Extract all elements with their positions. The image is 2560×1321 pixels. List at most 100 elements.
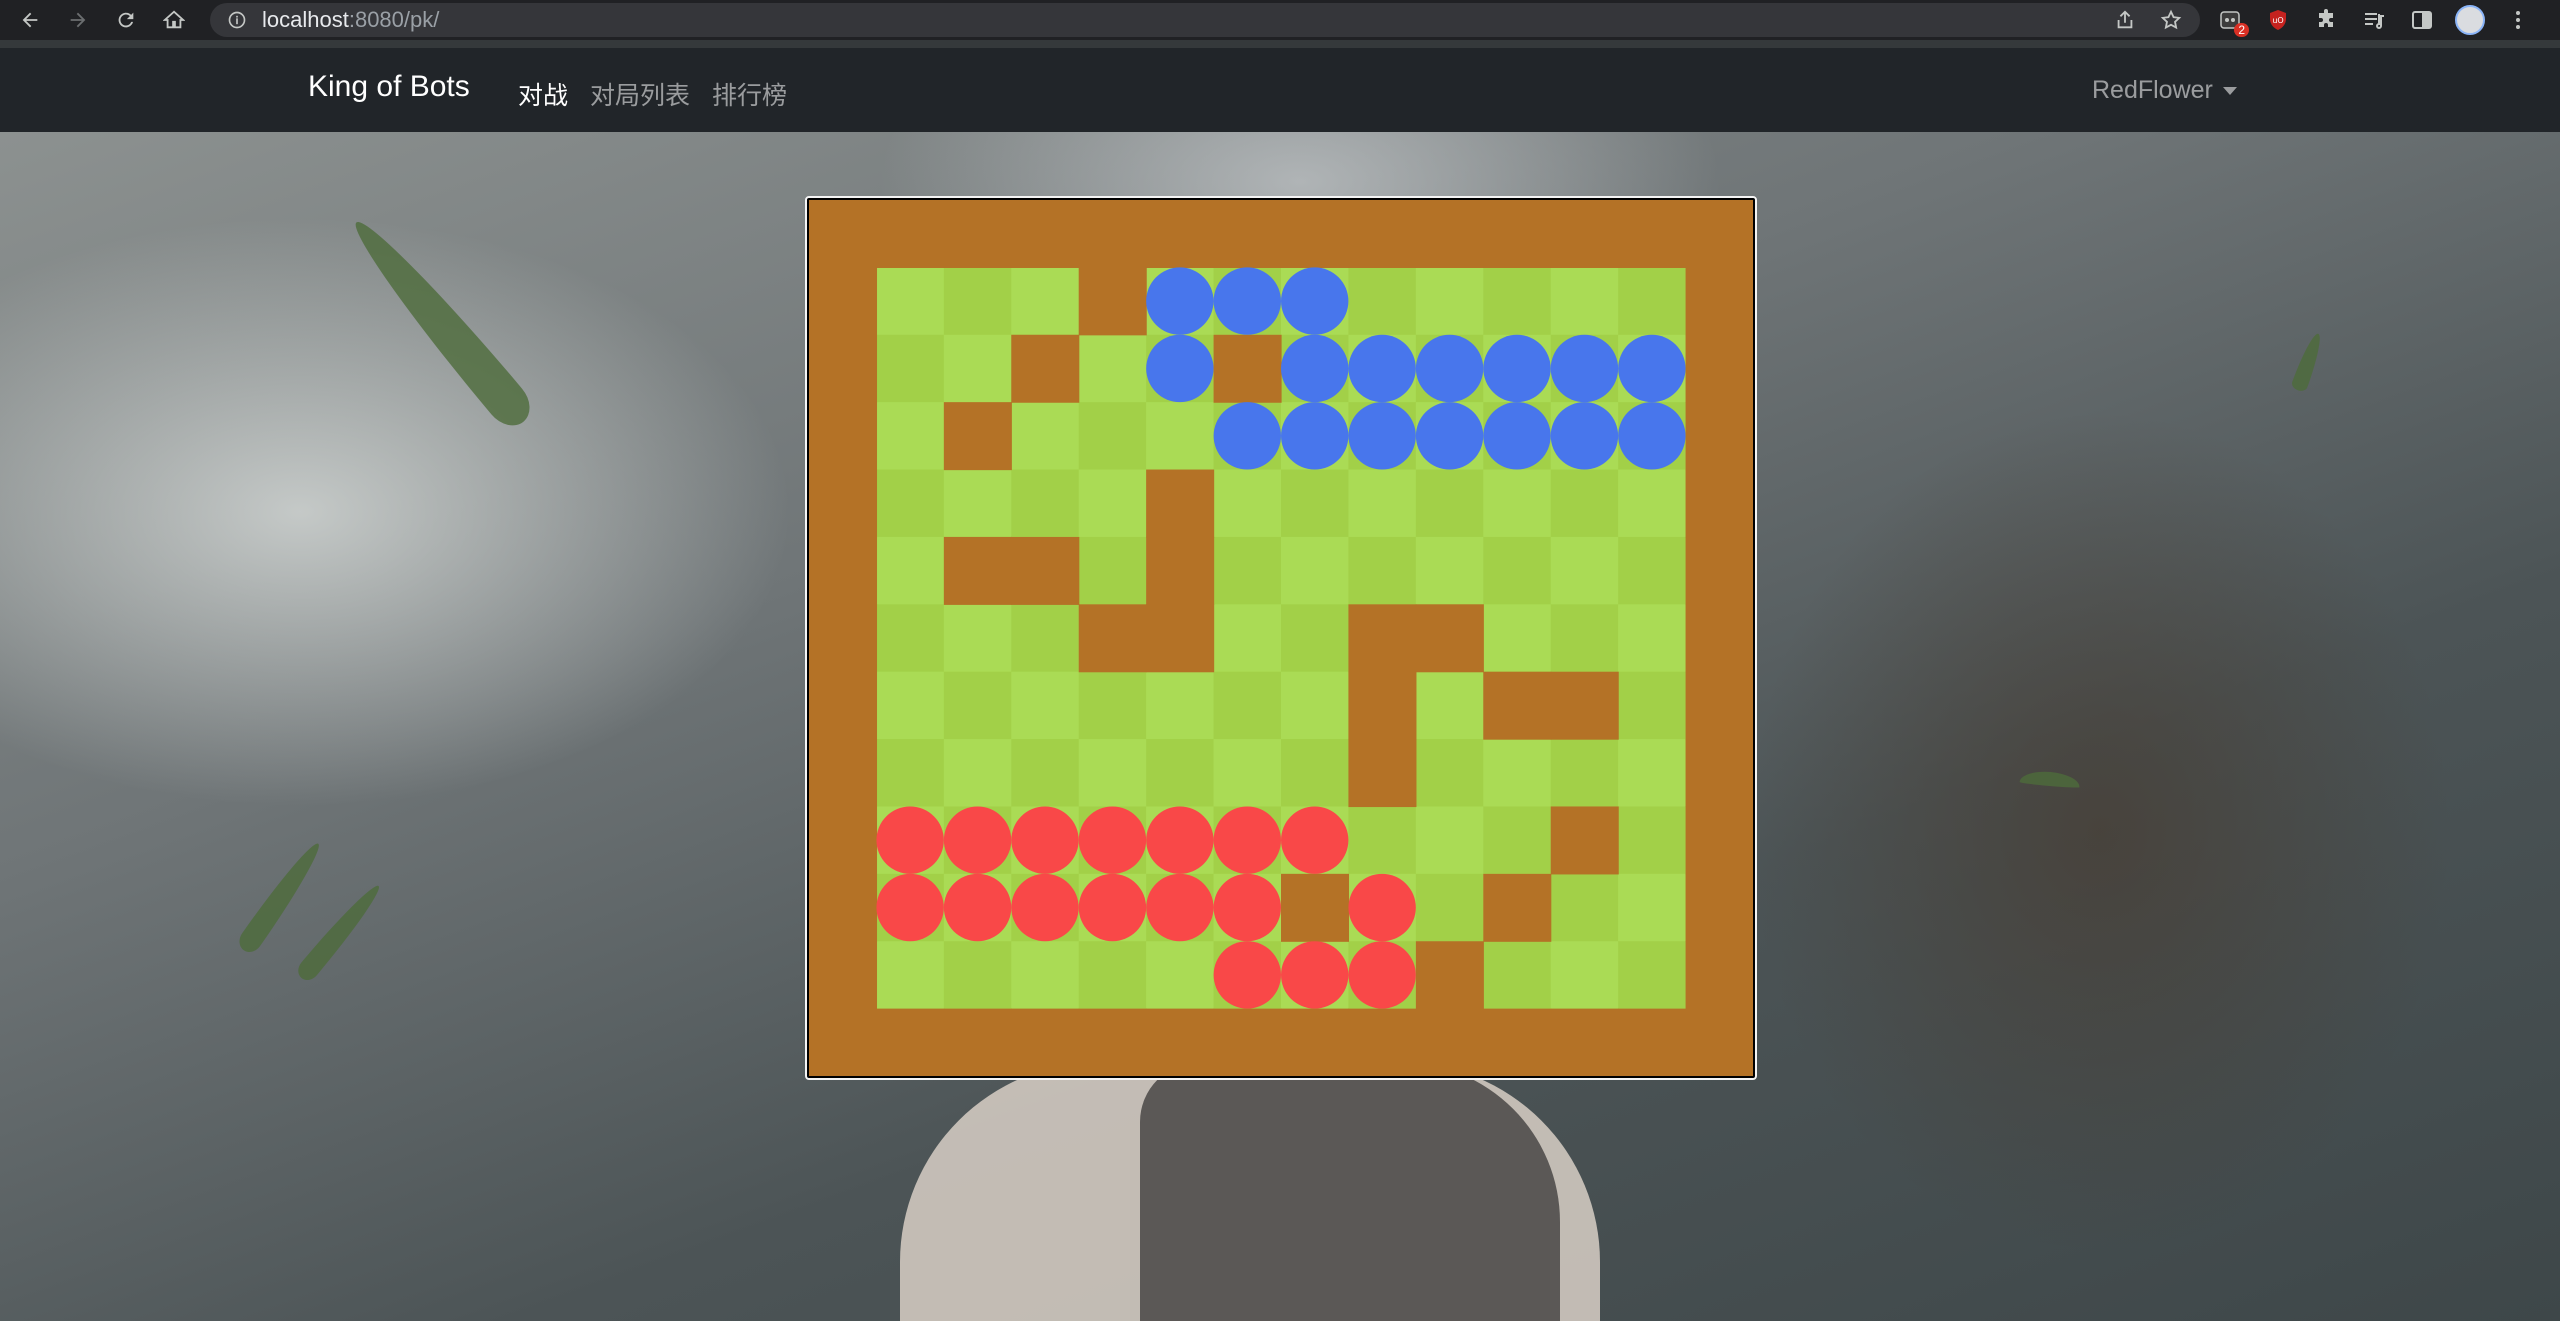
leaf-decoration [2019,769,2081,789]
grass-cell [943,469,1012,538]
grass-cell [943,267,1012,336]
grass-cell [1146,671,1215,740]
home-icon[interactable] [156,2,192,38]
wall-cell [809,200,878,268]
wall-cell [1618,1008,1687,1076]
grass-cell [1550,536,1619,605]
grass-cell [1078,402,1147,471]
grass-cell [1618,873,1687,942]
wall-cell [1483,200,1552,268]
wall-cell [1685,941,1753,1010]
blue-snake-cell [1281,402,1349,470]
bookmark-star-icon[interactable] [2160,9,2182,36]
grass-cell [1415,806,1484,875]
blue-snake-cell [1348,334,1416,403]
reload-icon[interactable] [108,2,144,38]
wall-cell [943,200,1012,268]
grass-cell [876,671,945,740]
wall-cell [1281,1008,1350,1076]
wall-cell [1146,604,1215,673]
wall-cell [1281,200,1350,268]
grass-cell [876,402,945,471]
grass-cell [1213,671,1282,740]
blue-snake-cell [1348,402,1416,470]
wall-cell [1685,200,1753,268]
red-snake-cell [1213,941,1281,1009]
share-icon[interactable] [2114,9,2136,36]
wall-cell [1685,267,1753,336]
grass-cell [1281,469,1350,538]
grass-cell [876,941,945,1010]
wall-cell [1078,604,1147,673]
grass-cell [1483,469,1552,538]
blue-snake-cell [1618,334,1686,403]
grass-cell [876,604,945,673]
wall-cell [809,469,878,538]
wall-cell [1685,604,1753,673]
red-snake-cell [1146,806,1214,874]
wall-cell [1685,402,1753,471]
grass-cell [1483,267,1552,336]
grass-cell [1078,536,1147,605]
wall-cell [1348,671,1417,740]
grass-cell [1618,469,1687,538]
wall-cell [1685,1008,1753,1076]
grass-cell [1618,604,1687,673]
grass-cell [1618,671,1687,740]
grass-cell [943,604,1012,673]
blue-snake-cell [1618,402,1686,470]
blue-snake-cell [1483,402,1551,470]
grass-cell [1146,739,1215,808]
puzzle-icon[interactable] [2311,5,2341,35]
more-menu-icon[interactable] [2503,5,2533,35]
red-snake-cell [876,806,944,874]
grass-cell [876,469,945,538]
grass-cell [1011,469,1080,538]
wall-cell [943,402,1012,471]
wall-cell [1011,200,1080,268]
grass-cell [1415,267,1484,336]
blue-snake-cell [1550,334,1619,403]
wall-cell [943,1008,1012,1076]
grass-cell [1618,941,1687,1010]
wall-cell [809,671,878,740]
user-dropdown[interactable]: RedFlower [2092,76,2237,105]
wall-cell [1348,1008,1417,1076]
forward-icon[interactable] [60,2,96,38]
red-snake-cell [1213,873,1281,942]
ublock-icon[interactable]: uO [2263,5,2293,35]
profile-avatar[interactable] [2455,5,2485,35]
grass-cell [1011,941,1080,1010]
nav-link-ranklist[interactable]: 排行榜 [712,76,787,112]
address-bar[interactable]: localhost:8080/pk/ [210,3,2200,37]
side-panel-icon[interactable] [2407,5,2437,35]
grass-cell [1483,536,1552,605]
wall-cell [809,941,878,1010]
grass-cell [876,334,945,403]
grass-cell [1011,604,1080,673]
wall-cell [1685,739,1753,808]
grass-cell [1348,469,1417,538]
blue-snake-cell [1213,267,1281,335]
wall-cell [1213,334,1282,403]
grass-cell [1415,873,1484,942]
wall-cell [1550,200,1619,268]
red-snake-cell [1011,806,1079,874]
brand-link[interactable]: King of Bots [308,70,470,104]
red-snake-cell [943,806,1012,874]
leaf-decoration [293,879,387,985]
red-snake-cell [1348,941,1416,1009]
media-queue-icon[interactable] [2359,5,2389,35]
grass-cell [876,267,945,336]
wall-cell [1281,873,1350,942]
red-snake-cell [1146,873,1214,942]
wall-cell [1483,1008,1552,1076]
site-info-icon[interactable] [226,9,248,31]
nav-link-pk[interactable]: 对战 [518,76,568,112]
back-icon[interactable] [12,2,48,38]
nav-link-record-list[interactable]: 对局列表 [590,76,690,112]
game-canvas[interactable] [809,200,1753,1076]
grass-cell [943,671,1012,740]
extension-icon[interactable]: 2 [2215,5,2249,37]
grass-cell [1078,469,1147,538]
